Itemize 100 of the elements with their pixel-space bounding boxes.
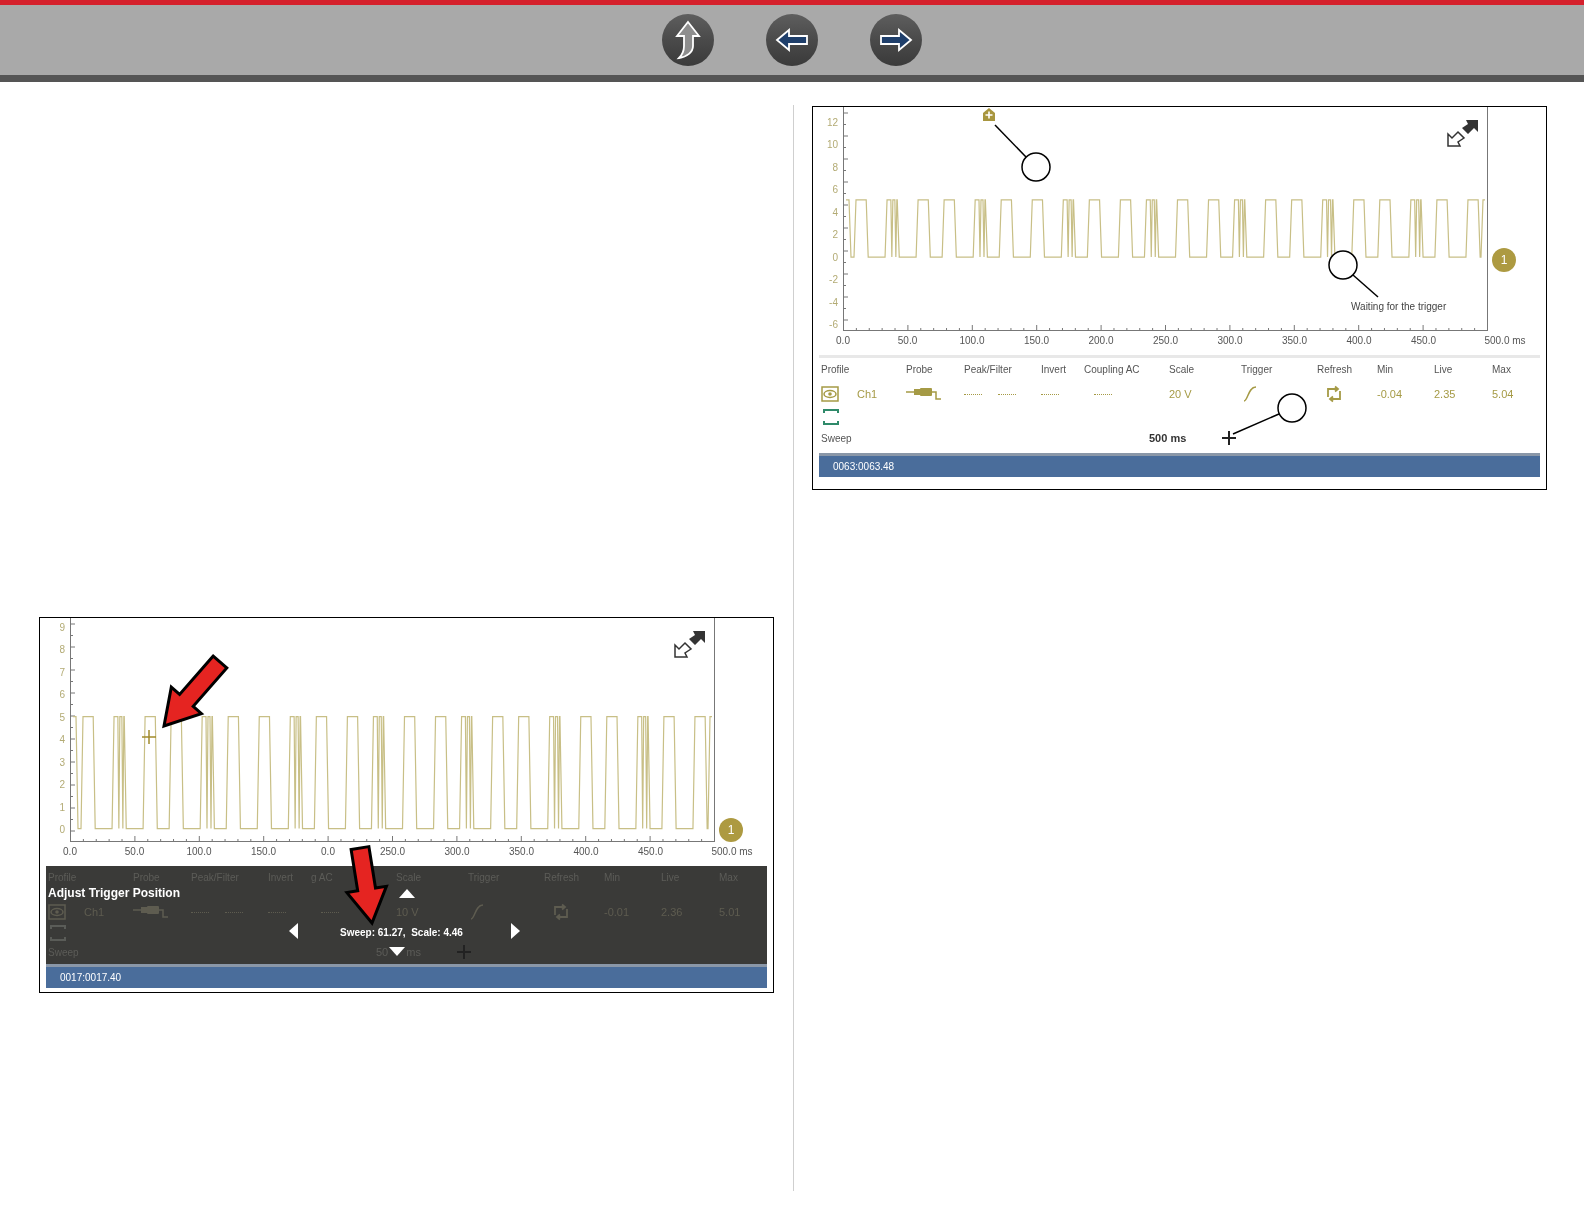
y-axis-label: 4 (832, 206, 838, 219)
y-axis-label: -4 (829, 296, 838, 309)
y-axis-label: 0 (832, 251, 838, 264)
expand-icon[interactable] (1446, 118, 1480, 148)
callout-drawing (1328, 250, 1379, 298)
column-header: Refresh (1317, 363, 1353, 377)
y-axis-label: 1 (59, 801, 65, 814)
bracket-icon[interactable] (50, 925, 66, 941)
left-arrow-icon (775, 28, 809, 52)
status-text: 0017:0017.40 (60, 971, 122, 985)
x-axis-label: 300.0 (444, 846, 470, 859)
y-axis-label: -6 (829, 318, 838, 331)
y-axis-label: 8 (59, 644, 65, 657)
crosshair-icon[interactable] (141, 729, 157, 745)
x-axis-label: 350.0 (509, 846, 534, 859)
column-header: Invert (1041, 363, 1067, 377)
x-axis-label: 250.0 (1153, 335, 1178, 348)
empty-value-dash (964, 393, 982, 395)
y-axis-label: 6 (832, 184, 838, 197)
rising-edge-icon[interactable] (1243, 385, 1257, 403)
overlay-title: Adjust Trigger Position (48, 886, 180, 901)
bracket-icon[interactable] (823, 409, 839, 425)
y-axis-label: 9 (59, 622, 65, 634)
y-axis-label: -2 (829, 274, 838, 287)
x-axis-label: 150.0 (251, 846, 276, 859)
x-axis-label: 100.0 (959, 335, 985, 348)
sweep-label: Sweep (821, 431, 853, 446)
x-axis-label: 400.0 (1346, 335, 1372, 348)
y-axis-label: 2 (59, 779, 65, 792)
y-axis-label: 8 (832, 161, 838, 174)
status-text: 0063:0063.48 (833, 460, 895, 474)
forward-button[interactable] (870, 14, 922, 66)
column-header: Scale (1169, 363, 1195, 377)
refresh-icon[interactable] (552, 903, 570, 921)
x-axis-label: 350.0 (1282, 335, 1307, 348)
empty-value-dash (191, 911, 209, 913)
right-arrow-icon[interactable] (511, 923, 521, 939)
rising-edge-icon[interactable] (470, 903, 484, 921)
x-axis-label: 0.0 (836, 335, 850, 348)
column-header: Coupling AC (1084, 363, 1141, 377)
eye-icon[interactable] (48, 904, 66, 920)
column-header: Probe (906, 363, 934, 377)
y-axis-label: 2 (832, 229, 838, 242)
y-axis-label: 3 (59, 756, 65, 769)
empty-value-dash (998, 393, 1016, 395)
x-axis-label: 500.0 ms (1484, 335, 1526, 348)
back-button[interactable] (766, 14, 818, 66)
empty-value-dash (1094, 393, 1112, 395)
sweep-value[interactable]: 500 ms (1149, 429, 1187, 447)
y-axis-label: 10 (826, 139, 838, 152)
channel-label: Ch1 (857, 386, 878, 402)
empty-value-dash (321, 911, 339, 913)
trace-note: Waiting for the trigger (1351, 300, 1447, 314)
y-axis-label: 7 (59, 666, 65, 679)
empty-value-dash (225, 911, 243, 913)
empty-value-dash (1041, 393, 1059, 395)
x-axis-label: 450.0 (1411, 335, 1436, 348)
max-value: 5.04 (1492, 386, 1514, 402)
x-axis-label: 0.0 (63, 846, 77, 859)
right-arrow-icon (879, 28, 913, 52)
up-arrow-icon[interactable] (399, 888, 415, 898)
column-header: Min (1377, 363, 1395, 377)
y-axis-label: 0 (59, 823, 65, 836)
probe-icon[interactable] (906, 386, 942, 402)
eye-icon[interactable] (821, 386, 839, 402)
y-axis-label: 4 (59, 734, 65, 747)
y-axis-label: 6 (59, 689, 65, 702)
column-header: Peak/Filter (964, 363, 1013, 377)
x-axis-label: 150.0 (1024, 335, 1049, 348)
down-arrow-icon[interactable] (389, 947, 406, 957)
column-header: Profile (821, 363, 851, 377)
x-axis-label: 0.0 (321, 846, 335, 859)
channel-badge[interactable]: 1 (719, 818, 743, 842)
plus-icon[interactable] (1222, 431, 1237, 445)
x-axis-label: 400.0 (573, 846, 599, 859)
probe-icon[interactable] (133, 904, 169, 920)
x-axis-label: 450.0 (638, 846, 663, 859)
channel-badge[interactable]: 1 (1492, 248, 1516, 272)
trigger-readout: Sweep: 61.27, Scale: 4.46 (340, 926, 463, 940)
left-arrow-icon[interactable] (288, 923, 298, 939)
scale-value[interactable]: 20 V (1169, 385, 1192, 403)
curved-up-arrow-icon (675, 20, 701, 60)
column-header: Live (1434, 363, 1454, 377)
expand-icon[interactable] (673, 629, 707, 659)
up-arrow-button[interactable] (662, 14, 714, 66)
x-axis-label: 500.0 ms (711, 846, 753, 859)
x-axis-label: 50.0 (124, 846, 145, 859)
x-axis-label: 200.0 (1088, 335, 1114, 348)
column-header: Max (1492, 363, 1512, 377)
empty-value-dash (268, 911, 286, 913)
callout-drawing (994, 124, 1051, 182)
column-header: Trigger (1241, 363, 1274, 377)
x-axis-label: 100.0 (186, 846, 212, 859)
y-axis-label: 5 (59, 711, 65, 724)
min-value: -0.04 (1377, 386, 1403, 402)
x-axis-label: 300.0 (1217, 335, 1243, 348)
x-axis-label: 50.0 (897, 335, 918, 348)
refresh-icon[interactable] (1325, 385, 1343, 403)
x-axis-label: 250.0 (380, 846, 405, 859)
live-value: 2.35 (1434, 386, 1456, 402)
